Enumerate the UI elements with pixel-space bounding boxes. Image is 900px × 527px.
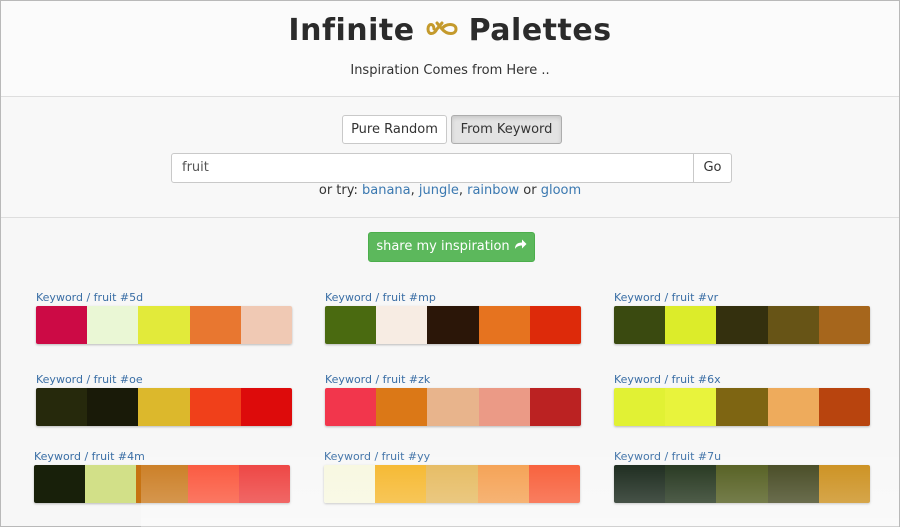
color-swatch[interactable] <box>529 388 581 426</box>
color-swatch[interactable] <box>427 388 479 426</box>
palette-label[interactable]: Keyword / fruit #7u <box>614 449 870 464</box>
palette-label[interactable]: Keyword / fruit #zk <box>325 372 581 387</box>
share-arrow-icon <box>514 239 527 249</box>
site-title[interactable]: Infinite Palettes <box>1 13 899 48</box>
color-swatch[interactable] <box>478 306 530 344</box>
color-swatch[interactable] <box>189 306 241 344</box>
color-swatch[interactable] <box>529 306 581 344</box>
color-swatch[interactable] <box>240 388 292 426</box>
color-swatch[interactable] <box>614 388 666 426</box>
color-swatch[interactable] <box>85 465 137 503</box>
suggestion-separator: , <box>410 183 419 198</box>
suggestion-separator: , <box>458 183 468 198</box>
suggestion-link-rainbow[interactable]: rainbow <box>467 183 519 198</box>
color-swatch[interactable] <box>325 306 377 344</box>
palette-label[interactable]: Keyword / fruit #6x <box>614 372 870 387</box>
color-swatch[interactable] <box>34 465 86 503</box>
color-swatch[interactable] <box>767 306 819 344</box>
color-swatch[interactable] <box>818 465 870 503</box>
color-swatch[interactable] <box>427 306 479 344</box>
color-swatch[interactable] <box>716 465 768 503</box>
go-button[interactable]: Go <box>693 153 732 183</box>
suggestion-link-jungle[interactable]: jungle <box>419 183 459 198</box>
palette-label[interactable]: Keyword / fruit #yy <box>324 449 580 464</box>
palette-label[interactable]: Keyword / fruit #5d <box>36 290 292 305</box>
color-swatch[interactable] <box>665 465 717 503</box>
color-swatch[interactable] <box>614 306 666 344</box>
palette-card[interactable]: Keyword / fruit #vr <box>614 290 870 344</box>
color-swatch[interactable] <box>716 388 768 426</box>
color-swatch[interactable] <box>87 306 139 344</box>
color-swatch[interactable] <box>138 388 190 426</box>
color-swatch[interactable] <box>614 465 666 503</box>
title-left: Infinite <box>288 13 415 48</box>
pure-random-button[interactable]: Pure Random <box>342 115 447 144</box>
color-swatch[interactable] <box>240 306 292 344</box>
palette-swatches[interactable] <box>36 388 292 426</box>
palette-label[interactable]: Keyword / fruit #4m <box>34 449 290 464</box>
color-swatch[interactable] <box>36 306 88 344</box>
suggestion-separator: or <box>519 183 541 198</box>
share-inspiration-button[interactable]: share my inspiration <box>368 232 535 262</box>
palette-swatches[interactable] <box>614 306 870 344</box>
palette-swatches[interactable] <box>325 306 581 344</box>
palette-swatches[interactable] <box>614 465 870 503</box>
color-swatch[interactable] <box>375 465 427 503</box>
color-swatch[interactable] <box>665 388 717 426</box>
color-swatch[interactable] <box>426 465 478 503</box>
color-swatch[interactable] <box>767 388 819 426</box>
palette-label[interactable]: Keyword / fruit #mp <box>325 290 581 305</box>
title-right: Palettes <box>468 13 612 48</box>
color-swatch[interactable] <box>238 465 290 503</box>
from-keyword-button[interactable]: From Keyword <box>451 115 562 144</box>
color-swatch[interactable] <box>716 306 768 344</box>
palette-swatches[interactable] <box>34 465 290 503</box>
palette-card[interactable]: Keyword / fruit #5d <box>36 290 292 344</box>
controls-panel: Pure Random From Keyword fruit Go or try… <box>1 97 899 218</box>
color-swatch[interactable] <box>477 465 529 503</box>
palette-swatches[interactable] <box>36 306 292 344</box>
palette-card[interactable]: Keyword / fruit #yy <box>324 449 580 503</box>
palette-card[interactable]: Keyword / fruit #7u <box>614 449 870 503</box>
suggestions: or try: banana, jungle, rainbow or gloom <box>1 183 899 198</box>
palette-label[interactable]: Keyword / fruit #oe <box>36 372 292 387</box>
color-swatch[interactable] <box>665 306 717 344</box>
keyword-search: fruit Go <box>171 153 732 183</box>
site-header: Infinite Palettes Inspiration Comes from … <box>1 1 899 97</box>
suggestions-prefix: or try: <box>318 183 362 198</box>
color-swatch[interactable] <box>138 306 190 344</box>
color-swatch[interactable] <box>87 388 139 426</box>
color-swatch[interactable] <box>528 465 580 503</box>
color-swatch[interactable] <box>818 306 870 344</box>
palette-swatches[interactable] <box>324 465 580 503</box>
palette-card[interactable]: Keyword / fruit #mp <box>325 290 581 344</box>
palette-card[interactable]: Keyword / fruit #6x <box>614 372 870 426</box>
color-swatch[interactable] <box>136 465 188 503</box>
site-subtitle: Inspiration Comes from Here .. <box>350 63 550 78</box>
color-swatch[interactable] <box>376 388 428 426</box>
share-label: share my inspiration <box>376 239 510 254</box>
color-swatch[interactable] <box>767 465 819 503</box>
palette-label[interactable]: Keyword / fruit #vr <box>614 290 870 305</box>
color-swatch[interactable] <box>189 388 241 426</box>
palette-card[interactable]: Keyword / fruit #zk <box>325 372 581 426</box>
color-swatch[interactable] <box>36 388 88 426</box>
color-swatch[interactable] <box>376 306 428 344</box>
color-swatch[interactable] <box>818 388 870 426</box>
color-swatch[interactable] <box>478 388 530 426</box>
infinity-icon <box>426 21 458 35</box>
palette-card[interactable]: Keyword / fruit #4m <box>34 449 290 503</box>
palette-swatches[interactable] <box>614 388 870 426</box>
keyword-input[interactable]: fruit <box>171 153 694 183</box>
suggestion-link-banana[interactable]: banana <box>362 183 411 198</box>
color-swatch[interactable] <box>325 388 377 426</box>
color-swatch[interactable] <box>324 465 376 503</box>
palette-swatches[interactable] <box>325 388 581 426</box>
palette-card[interactable]: Keyword / fruit #oe <box>36 372 292 426</box>
suggestion-link-gloom[interactable]: gloom <box>541 183 581 198</box>
color-swatch[interactable] <box>187 465 239 503</box>
